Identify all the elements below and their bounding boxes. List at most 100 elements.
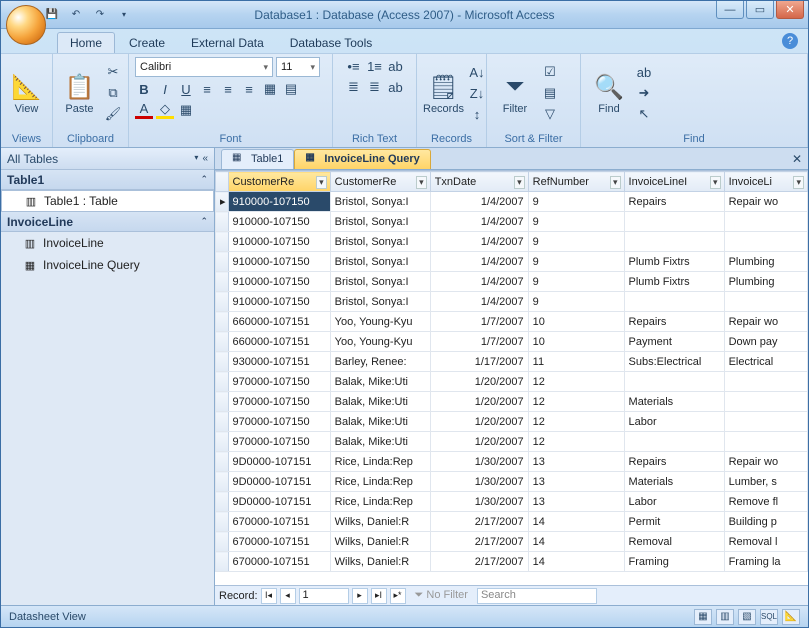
cell[interactable]: Balak, Mike:Uti: [330, 432, 430, 452]
cell[interactable]: Permit: [624, 512, 724, 532]
nav-item[interactable]: ▦InvoiceLine Query: [1, 254, 214, 276]
cell[interactable]: [724, 412, 807, 432]
table-row[interactable]: 670000-107151Wilks, Daniel:R2/17/200714P…: [216, 512, 808, 532]
cell[interactable]: [724, 212, 807, 232]
row-selector[interactable]: [216, 512, 229, 532]
font-name-combo[interactable]: Calibri▾: [135, 57, 273, 77]
cell[interactable]: 9D0000-107151: [228, 492, 330, 512]
cell[interactable]: Balak, Mike:Uti: [330, 412, 430, 432]
sql-view-icon[interactable]: SQL: [760, 609, 778, 625]
cell[interactable]: [624, 292, 724, 312]
cell[interactable]: Repairs: [624, 192, 724, 212]
find-button[interactable]: 🔍 Find: [587, 71, 631, 115]
cell[interactable]: Electrical: [724, 352, 807, 372]
highlight-icon[interactable]: ab: [387, 57, 405, 75]
goto-icon[interactable]: ➜: [635, 84, 653, 102]
cell[interactable]: Wilks, Daniel:R: [330, 532, 430, 552]
align-center-icon[interactable]: ≡: [219, 80, 237, 98]
row-selector[interactable]: [216, 432, 229, 452]
cell[interactable]: Rice, Linda:Rep: [330, 452, 430, 472]
cell[interactable]: 1/17/2007: [430, 352, 528, 372]
cell[interactable]: 930000-107151: [228, 352, 330, 372]
table-row[interactable]: 670000-107151Wilks, Daniel:R2/17/200714R…: [216, 532, 808, 552]
cell[interactable]: 1/20/2007: [430, 412, 528, 432]
cell[interactable]: 10: [528, 332, 624, 352]
cell[interactable]: [724, 292, 807, 312]
cell[interactable]: Subs:Electrical: [624, 352, 724, 372]
nav-item[interactable]: ▥InvoiceLine: [1, 232, 214, 254]
row-selector[interactable]: [216, 412, 229, 432]
minimize-button[interactable]: —: [716, 1, 744, 19]
selection-filter-icon[interactable]: ☑: [541, 63, 559, 81]
cell[interactable]: Materials: [624, 392, 724, 412]
cell[interactable]: Bristol, Sonya:I: [330, 192, 430, 212]
cell[interactable]: 2/17/2007: [430, 552, 528, 572]
cell[interactable]: 1/4/2007: [430, 212, 528, 232]
copy-icon[interactable]: ⧉: [104, 84, 122, 102]
column-dropdown-icon[interactable]: ▾: [416, 176, 427, 189]
cell[interactable]: 1/7/2007: [430, 312, 528, 332]
column-dropdown-icon[interactable]: ▾: [793, 176, 804, 189]
toggle-filter-icon[interactable]: ▽: [541, 105, 559, 123]
cell[interactable]: 13: [528, 472, 624, 492]
cell[interactable]: Lumber, s: [724, 472, 807, 492]
cell[interactable]: 12: [528, 412, 624, 432]
cell[interactable]: 910000-107150: [228, 252, 330, 272]
row-selector[interactable]: [216, 332, 229, 352]
bullets-icon[interactable]: •≡: [345, 57, 363, 75]
cell[interactable]: 1/20/2007: [430, 372, 528, 392]
cell[interactable]: 9D0000-107151: [228, 472, 330, 492]
close-tab-icon[interactable]: ✕: [792, 152, 802, 166]
cell[interactable]: 910000-107150: [228, 212, 330, 232]
table-row[interactable]: 970000-107150Balak, Mike:Uti1/20/200712M…: [216, 392, 808, 412]
clear-sort-icon[interactable]: ↕: [468, 105, 486, 123]
cell[interactable]: Yoo, Young-Kyu: [330, 312, 430, 332]
column-header[interactable]: CustomerRe▾: [228, 172, 330, 192]
doc-tab-invoiceline-query[interactable]: ▦ InvoiceLine Query: [294, 149, 430, 169]
cell[interactable]: Labor: [624, 412, 724, 432]
table-row[interactable]: 930000-107151Barley, Renee:1/17/200711Su…: [216, 352, 808, 372]
cell[interactable]: 1/7/2007: [430, 332, 528, 352]
nav-item[interactable]: ▥Table1 : Table: [1, 190, 214, 212]
cell[interactable]: Removal: [624, 532, 724, 552]
cell[interactable]: 12: [528, 432, 624, 452]
table-row[interactable]: 970000-107150Balak, Mike:Uti1/20/200712: [216, 432, 808, 452]
cell[interactable]: 9: [528, 252, 624, 272]
qat-customize-icon[interactable]: ▾: [116, 7, 132, 23]
nav-group-header[interactable]: Table1⌃: [1, 170, 214, 190]
row-selector[interactable]: [216, 252, 229, 272]
cell[interactable]: Plumb Fixtrs: [624, 272, 724, 292]
cell[interactable]: 1/20/2007: [430, 392, 528, 412]
cell[interactable]: 14: [528, 552, 624, 572]
font-color-icon[interactable]: A: [135, 101, 153, 119]
cell[interactable]: Yoo, Young-Kyu: [330, 332, 430, 352]
nav-group-header[interactable]: InvoiceLine⌃: [1, 212, 214, 232]
row-selector[interactable]: [216, 532, 229, 552]
cell[interactable]: [724, 392, 807, 412]
cell[interactable]: 1/30/2007: [430, 492, 528, 512]
table-row[interactable]: ▸910000-107150Bristol, Sonya:I1/4/20079R…: [216, 192, 808, 212]
cell[interactable]: Removal l: [724, 532, 807, 552]
cell[interactable]: Repairs: [624, 312, 724, 332]
next-record-button[interactable]: ▸: [352, 588, 368, 604]
gridlines-icon[interactable]: ▦: [261, 80, 279, 98]
cell[interactable]: Bristol, Sonya:I: [330, 252, 430, 272]
sort-asc-icon[interactable]: A↓: [468, 63, 486, 81]
table-row[interactable]: 9D0000-107151Rice, Linda:Rep1/30/200713M…: [216, 472, 808, 492]
cell[interactable]: Repair wo: [724, 452, 807, 472]
last-record-button[interactable]: ▸I: [371, 588, 387, 604]
cell[interactable]: 13: [528, 492, 624, 512]
cell[interactable]: Repairs: [624, 452, 724, 472]
cell[interactable]: 9: [528, 292, 624, 312]
cell[interactable]: 14: [528, 512, 624, 532]
text-dir-icon[interactable]: ab: [387, 78, 405, 96]
cell[interactable]: Balak, Mike:Uti: [330, 392, 430, 412]
cell[interactable]: Bristol, Sonya:I: [330, 292, 430, 312]
row-selector[interactable]: [216, 212, 229, 232]
cell[interactable]: Rice, Linda:Rep: [330, 472, 430, 492]
italic-icon[interactable]: I: [156, 80, 174, 98]
current-record-field[interactable]: 1: [299, 588, 349, 604]
row-selector-header[interactable]: [216, 172, 229, 192]
column-dropdown-icon[interactable]: ▾: [514, 176, 525, 189]
row-selector[interactable]: [216, 272, 229, 292]
